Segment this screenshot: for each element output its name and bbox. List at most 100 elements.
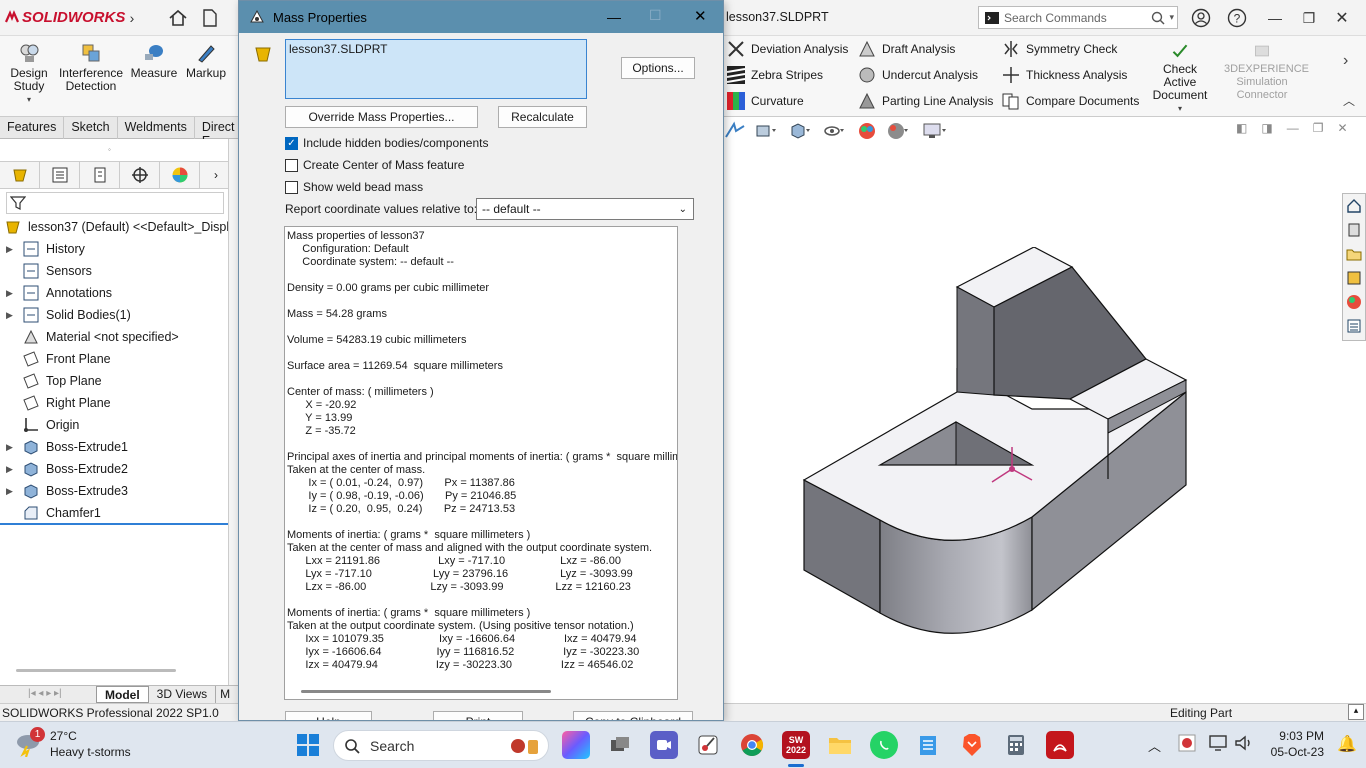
show-weld-bead-checkbox[interactable]: Show weld bead mass — [285, 180, 423, 194]
include-hidden-checkbox[interactable]: ✓ Include hidden bodies/components — [285, 136, 488, 150]
checkbox-checked-icon[interactable]: ✓ — [285, 136, 298, 150]
zebra-stripes-button[interactable]: Zebra Stripes — [727, 66, 823, 84]
thickness-analysis-button[interactable]: Thickness Analysis — [1002, 66, 1127, 84]
previous-view-icon[interactable] — [754, 121, 780, 141]
deviation-analysis-button[interactable]: Deviation Analysis — [727, 40, 848, 58]
checkbox-unchecked-icon[interactable] — [285, 180, 298, 194]
tree-root-part[interactable]: lesson37 (Default) <<Default>_Display — [0, 216, 242, 238]
dialog-title-bar[interactable]: Mass Properties — ☐ ✕ — [239, 1, 723, 33]
3d-part-model[interactable] — [794, 247, 1274, 647]
tile-left-icon[interactable]: ◧ — [1236, 121, 1247, 135]
symmetry-check-button[interactable]: Symmetry Check — [1002, 40, 1117, 58]
parting-line-analysis-button[interactable]: Parting Line Analysis — [858, 92, 993, 110]
calculator-icon[interactable] — [1002, 731, 1030, 759]
viewport-minimize-icon[interactable]: — — [1287, 121, 1299, 135]
clock[interactable]: 9:03 PM 05-Oct-23 — [1268, 728, 1324, 760]
mass-properties-results[interactable]: Mass properties of lesson37 Configuratio… — [284, 226, 678, 700]
featuremanager-tab-icon[interactable] — [0, 162, 40, 188]
whatsapp-icon[interactable] — [870, 731, 898, 759]
recalculate-button[interactable]: Recalculate — [498, 106, 587, 128]
menu-arrow-icon[interactable]: › — [120, 6, 144, 30]
weather-widget[interactable]: 1 27°C Heavy t-storms — [14, 727, 154, 763]
print-button[interactable]: Print — [433, 711, 523, 720]
restore-icon[interactable]: ❐ — [1297, 6, 1321, 30]
search-dropdown-icon[interactable]: ▾ — [1169, 12, 1174, 23]
minimize-icon[interactable]: — — [1263, 6, 1287, 30]
tray-overflow-icon[interactable]: ︿ — [1148, 736, 1161, 755]
dialog-close-icon[interactable]: ✕ — [694, 7, 707, 25]
copy-to-clipboard-button[interactable]: Copy to Clipboard — [573, 711, 693, 720]
expand-arrow-icon[interactable]: ▶ — [6, 442, 18, 453]
snipping-tool-icon[interactable] — [694, 731, 722, 759]
custom-properties-icon[interactable] — [1343, 314, 1365, 338]
draft-analysis-button[interactable]: Draft Analysis — [858, 40, 955, 58]
ribbon-collapse-icon[interactable]: ︿ — [1343, 92, 1355, 109]
appearances-icon[interactable] — [1343, 290, 1365, 314]
tree-item-history[interactable]: ▶ History — [0, 238, 85, 260]
solidworks-taskbar-icon[interactable]: SW 2022 — [782, 731, 810, 759]
display-manager-tab-icon[interactable] — [160, 162, 200, 188]
view-orientation-icon[interactable] — [724, 121, 746, 141]
view-palette-icon[interactable] — [1343, 266, 1365, 290]
file-explorer-icon[interactable] — [826, 731, 854, 759]
chevron-down-icon[interactable]: ⌄ — [679, 204, 687, 215]
search-icon[interactable] — [1151, 11, 1165, 25]
tab-3d-views[interactable]: 3D Views — [149, 686, 217, 703]
tab-sketch[interactable]: Sketch — [64, 117, 118, 139]
notifications-icon[interactable]: 🔔 — [1337, 734, 1357, 754]
check-active-document-button[interactable]: Check Active Document ▾ — [1146, 42, 1214, 115]
expand-arrow-icon[interactable]: ▶ — [6, 486, 18, 497]
tree-item-chamfer1[interactable]: Chamfer1 — [0, 502, 101, 524]
volume-icon[interactable] — [1234, 734, 1254, 752]
tree-horizontal-scrollbar[interactable] — [16, 669, 176, 672]
panel-grip-icon[interactable]: ◦ — [108, 145, 111, 154]
task-view-icon[interactable] — [606, 731, 634, 759]
dimxpert-tab-icon[interactable] — [120, 162, 160, 188]
ribbon-more-icon[interactable]: › — [1343, 52, 1348, 70]
help-icon[interactable]: ? — [1225, 6, 1249, 30]
selection-list-box[interactable]: lesson37.SLDPRT — [285, 39, 587, 99]
edit-appearance-icon[interactable] — [856, 121, 878, 141]
tab-motion-study[interactable]: M — [216, 686, 234, 703]
tab-weldments[interactable]: Weldments — [118, 117, 195, 139]
tree-item-boss-extrude3[interactable]: ▶ Boss-Extrude3 — [0, 480, 128, 502]
expand-arrow-icon[interactable]: ▶ — [6, 288, 18, 299]
tree-item-material[interactable]: Material <not specified> — [0, 326, 179, 348]
view-settings-icon[interactable] — [920, 121, 950, 141]
markup-button[interactable]: Markup — [182, 42, 230, 80]
results-horizontal-scrollbar[interactable] — [301, 690, 551, 693]
propertymanager-tab-icon[interactable] — [40, 162, 80, 188]
tab-features[interactable]: Features — [0, 117, 65, 139]
taskbar-search-box[interactable]: Search — [333, 730, 549, 761]
tree-item-annotations[interactable]: ▶ Annotations — [0, 282, 112, 304]
tab-model[interactable]: Model — [96, 686, 149, 703]
design-study-button[interactable]: Design Study ▾ — [6, 42, 52, 106]
compare-documents-button[interactable]: Compare Documents — [1002, 92, 1139, 110]
brave-browser-icon[interactable] — [958, 731, 986, 759]
tray-app-icon[interactable] — [1178, 734, 1196, 752]
measure-button[interactable]: Measure — [130, 42, 178, 80]
viewport-close-icon[interactable]: ✕ — [1337, 121, 1347, 135]
chrome-icon[interactable] — [738, 731, 766, 759]
close-icon[interactable]: ✕ — [1330, 6, 1354, 30]
solidworks-logo[interactable]: SOLIDWORKS — [4, 9, 125, 26]
help-button[interactable]: Help — [285, 711, 372, 720]
home-icon[interactable] — [166, 6, 190, 30]
selection-item[interactable]: lesson37.SLDPRT — [289, 42, 388, 56]
network-icon[interactable] — [1208, 734, 1228, 752]
expand-arrow-icon[interactable]: ▶ — [6, 464, 18, 475]
acrobat-icon[interactable] — [1046, 731, 1074, 759]
tree-item-front-plane[interactable]: Front Plane — [0, 348, 111, 370]
tree-item-origin[interactable]: Origin — [0, 414, 79, 436]
tile-right-icon[interactable]: ◨ — [1261, 121, 1272, 135]
curvature-button[interactable]: Curvature — [727, 92, 804, 110]
display-style-icon[interactable] — [788, 121, 814, 141]
tree-item-boss-extrude1[interactable]: ▶ Boss-Extrude1 — [0, 436, 128, 458]
new-document-icon[interactable] — [198, 6, 222, 30]
notepad-icon[interactable] — [914, 731, 942, 759]
design-library-icon[interactable] — [1343, 218, 1365, 242]
graphics-viewport[interactable]: ◧ ◨ — ❐ ✕ — [724, 117, 1366, 685]
user-account-icon[interactable] — [1189, 6, 1213, 30]
dialog-minimize-icon[interactable]: — — [607, 9, 621, 25]
create-center-of-mass-checkbox[interactable]: Create Center of Mass feature — [285, 158, 464, 172]
